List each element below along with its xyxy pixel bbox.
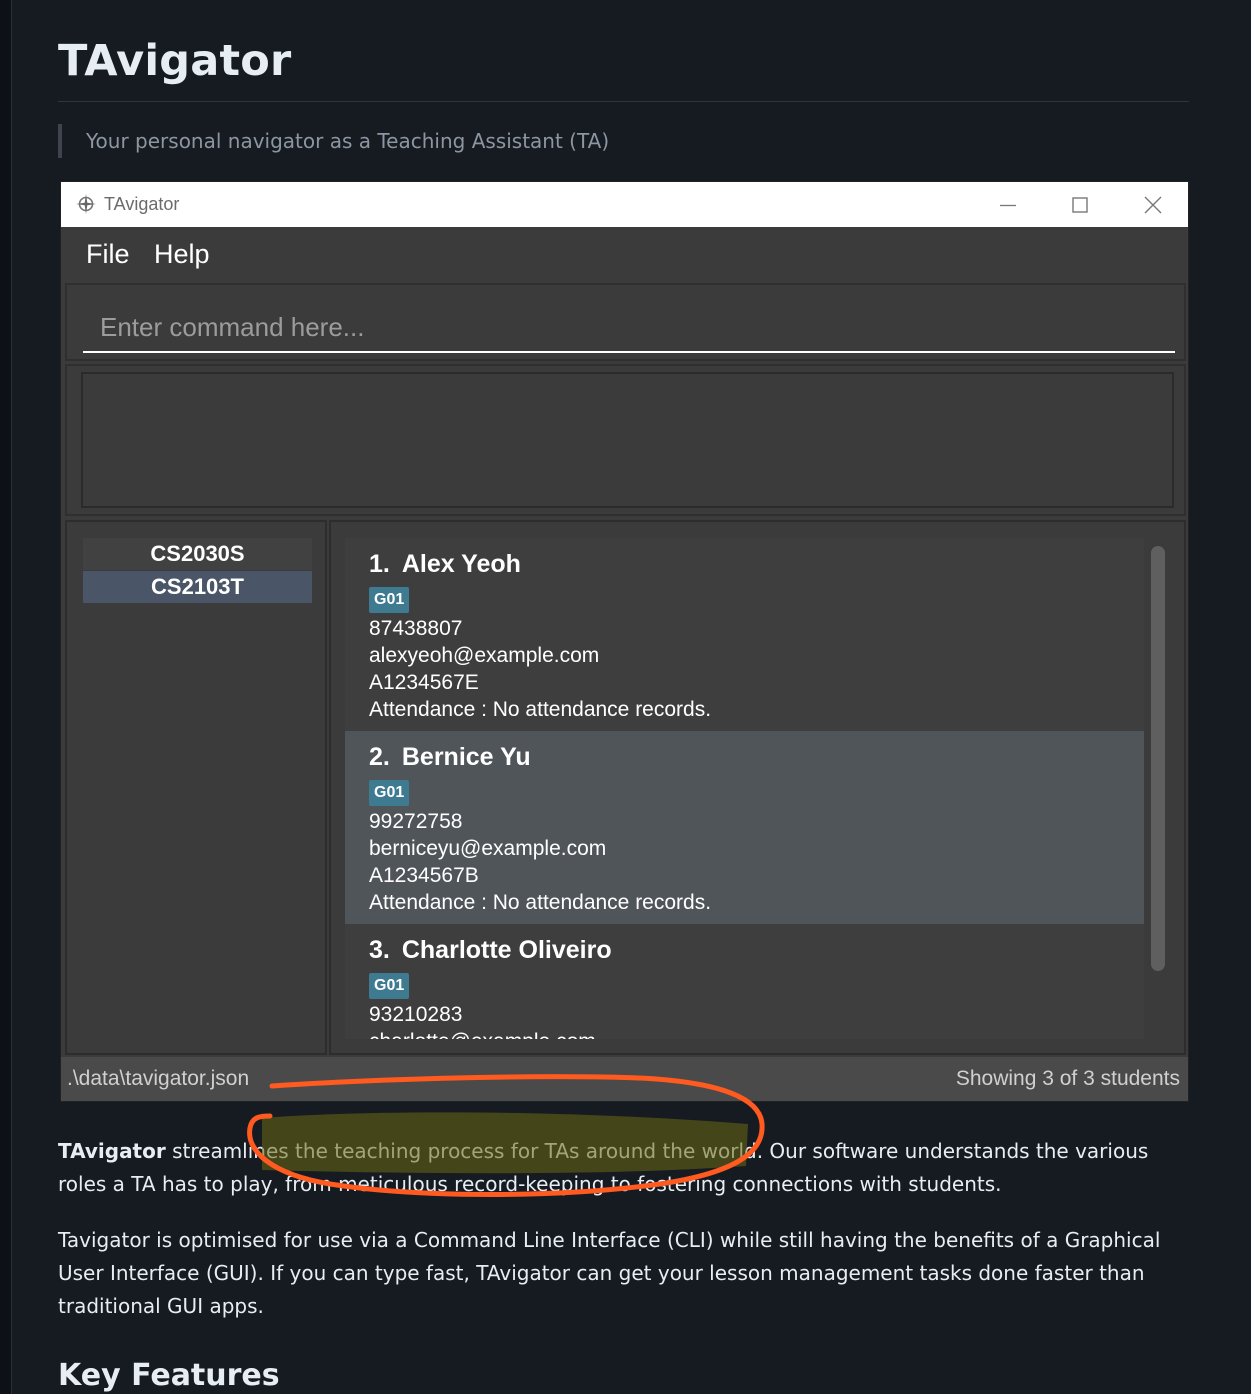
student-card[interactable]: 2. Bernice Yu G01 99272758 berniceyu@exam… [345,731,1144,924]
student-email: berniceyu@example.com [369,837,607,860]
maximize-button[interactable] [1044,182,1116,227]
menu-help[interactable]: Help [154,239,210,270]
course-list-panel: CS2030S CS2103T [65,520,327,1055]
student-email: alexyeoh@example.com [369,644,600,667]
student-list-panel: 1. Alex Yeoh G01 87438807 alexyeoh@exampl… [329,520,1186,1055]
student-phone: 99272758 [369,810,463,833]
intro-paragraph: TAvigator streamlines the teaching proce… [58,1135,1193,1201]
student-list-scrollbar[interactable] [1151,546,1165,971]
cli-paragraph: Tavigator is optimised for use via a Com… [58,1228,1161,1318]
tutorial-group-tag: G01 [369,780,410,806]
maximize-icon [1072,196,1088,213]
student-phone: 87438807 [369,617,463,640]
page-title: TAvigator [58,36,292,86]
tutorial-group-tag: G01 [369,587,410,613]
student-name: 2. Bernice Yu [369,743,531,771]
student-attendance: Attendance : No attendance records. [369,891,712,914]
docs-page: TAvigator Your personal navigator as a T… [11,0,1251,1394]
compass-icon [76,194,96,214]
intro-text: streamlines the teaching process for TAs… [58,1139,1149,1196]
status-bar: .\data\tavigator.json Showing 3 of 3 stu… [61,1057,1188,1101]
student-email: charlotte@example.com [369,1030,596,1039]
close-icon [1144,196,1162,213]
tagline-blockquote: Your personal navigator as a Teaching As… [58,124,609,158]
window-title: TAvigator [104,194,180,214]
window-titlebar: TAvigator [61,182,1188,227]
student-id: A1234567E [369,671,479,694]
student-card[interactable]: 1. Alex Yeoh G01 87438807 alexyeoh@exampl… [345,538,1144,731]
app-window-screenshot: TAvigator File Help CS2030S CS2103T [60,181,1189,1102]
student-card[interactable]: 3.Charlotte Oliveiro G01 93210283 charlo… [345,924,1144,1039]
student-id: A1234567B [369,864,479,887]
command-input[interactable] [83,303,1175,353]
result-display [81,372,1174,508]
minimize-icon [1000,204,1016,206]
product-name: TAvigator [58,1139,166,1163]
close-button[interactable] [1117,182,1188,227]
student-name: 3. Charlotte Oliveiro [369,936,612,964]
command-box [65,283,1186,361]
course-item-cs2030s[interactable]: CS2030S [83,538,312,570]
minimize-button[interactable] [972,182,1044,227]
tutorial-group-tag: G01 [369,973,410,999]
result-display-panel [65,364,1186,516]
save-location: .\data\tavigator.json [67,1067,250,1090]
key-features-heading: Key Features [58,1358,280,1393]
student-phone: 93210283 [369,1003,463,1026]
course-item-cs2103t[interactable]: CS2103T [83,571,312,603]
student-attendance: Attendance : No attendance records. [369,698,712,721]
menu-bar: File Help [61,227,1188,283]
title-divider [58,101,1189,102]
student-count: Showing 3 of 3 students [955,1067,1180,1090]
menu-file[interactable]: File [86,239,130,270]
student-name: 1. Alex Yeoh [369,550,521,578]
